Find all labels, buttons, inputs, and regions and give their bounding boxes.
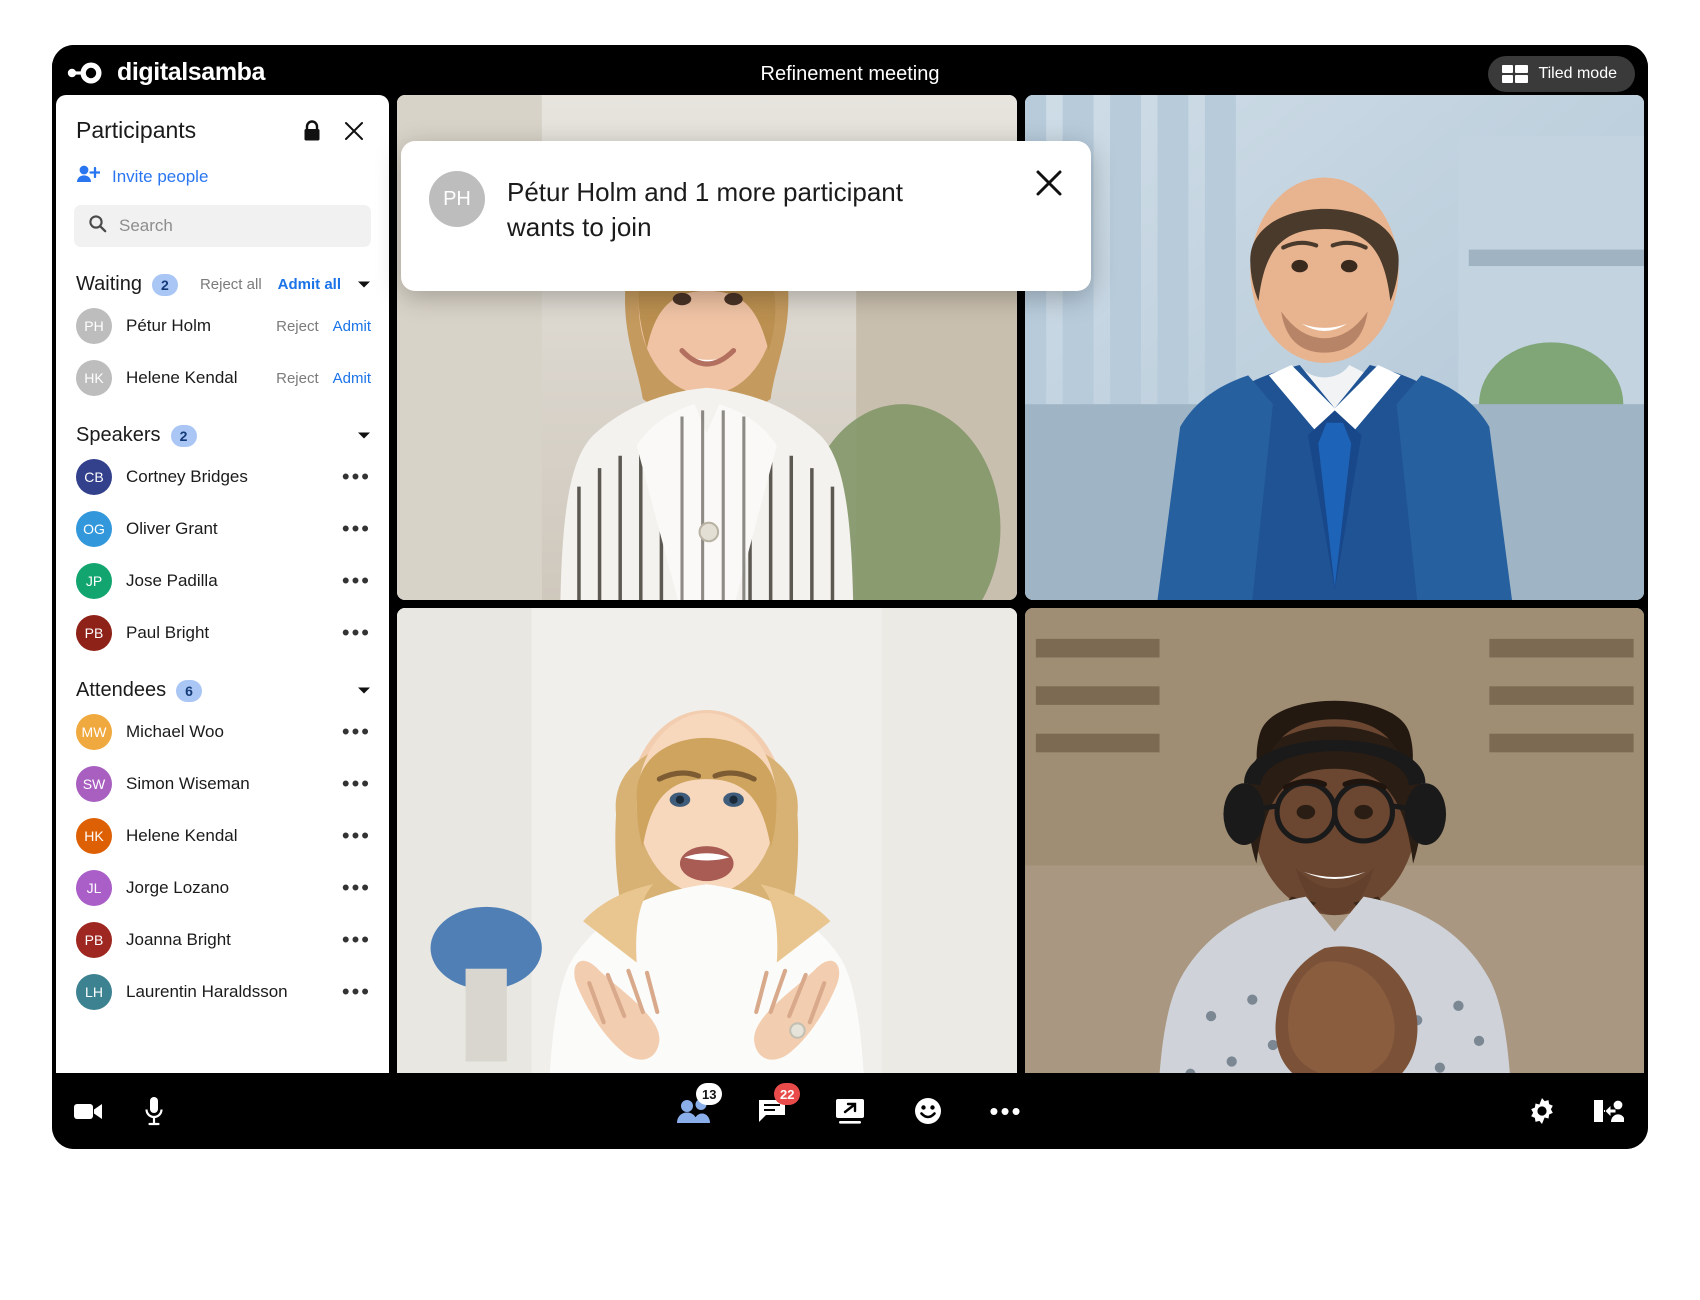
video-tile[interactable] [397, 608, 1017, 1113]
close-icon[interactable] [1031, 165, 1067, 201]
participant-name: Michael Woo [126, 722, 224, 741]
avatar: HK [76, 818, 112, 854]
video-tile[interactable] [1024, 608, 1644, 1113]
participant-name: Simon Wiseman [126, 774, 250, 793]
section-count-waiting: 2 [151, 273, 178, 296]
section-title-waiting: Waiting [76, 273, 142, 295]
invite-people-label: Invite people [112, 166, 209, 186]
participant-name: Paul Bright [126, 623, 210, 642]
avatar: JL [76, 870, 112, 906]
avatar: JP [76, 563, 112, 599]
participant-name: Laurentin Haraldsson [126, 982, 288, 1001]
table-row[interactable]: PB Paul Bright ••• [56, 607, 389, 659]
section-header-waiting: Waiting 2 Reject all Admit all [56, 253, 389, 300]
section-header-speakers: Speakers 2 [56, 404, 389, 451]
reject-button[interactable]: Reject [276, 370, 319, 387]
avatar: PH [76, 308, 112, 344]
emoji-icon[interactable] [902, 1085, 954, 1137]
admit-button[interactable]: Admit [333, 370, 371, 387]
join-request-message: Pétur Holm and 1 more participant wants … [507, 177, 903, 242]
participant-name: Cortney Bridges [126, 467, 248, 486]
table-row[interactable]: HK Helene Kendal ••• [56, 810, 389, 862]
admit-button[interactable]: Admit [333, 318, 371, 335]
participant-name: Oliver Grant [126, 519, 218, 538]
chevron-down-icon[interactable] [357, 276, 371, 294]
avatar: MW [76, 714, 112, 750]
chevron-down-icon[interactable] [357, 427, 371, 445]
panel-header: Participants [56, 95, 389, 156]
table-row[interactable]: HK Helene Kendal Reject Admit [56, 352, 389, 404]
more-options-icon[interactable]: ••• [332, 981, 371, 1003]
more-options-icon[interactable]: ••• [332, 518, 371, 540]
reject-all-button[interactable]: Reject all [200, 276, 262, 293]
table-row[interactable]: JL Jorge Lozano ••• [56, 862, 389, 914]
section-count-speakers: 2 [170, 424, 197, 447]
participant-name: Jorge Lozano [126, 878, 230, 897]
participants-badge: 13 [696, 1083, 723, 1105]
grid-tiles-icon [1501, 64, 1529, 84]
microphone-icon[interactable] [128, 1085, 180, 1137]
participant-name: Helene Kendal [126, 826, 238, 845]
table-row[interactable]: JP Jose Padilla ••• [56, 555, 389, 607]
table-row[interactable]: SW Simon Wiseman ••• [56, 758, 389, 810]
join-request-dialog: PH Pétur Holm and 1 more participant wan… [401, 141, 1091, 291]
chat-icon[interactable]: 22 [746, 1083, 801, 1137]
search-icon [88, 214, 107, 238]
invite-people-button[interactable]: Invite people [56, 156, 389, 203]
section-count-attendees: 6 [176, 679, 203, 702]
leave-meeting-icon[interactable] [1582, 1085, 1634, 1137]
table-row[interactable]: OG Oliver Grant ••• [56, 503, 389, 555]
participant-name: Jose Padilla [126, 571, 218, 590]
reject-button[interactable]: Reject [276, 318, 319, 335]
section-title-attendees: Attendees [76, 679, 167, 701]
participants-icon[interactable]: 13 [668, 1083, 723, 1137]
lock-icon[interactable] [299, 118, 325, 144]
avatar: LH [76, 974, 112, 1010]
more-options-icon[interactable]: ••• [980, 1085, 1032, 1137]
gear-icon[interactable] [1516, 1085, 1568, 1137]
bottom-toolbar: 13 22 ••• [52, 1073, 1648, 1149]
more-options-icon[interactable]: ••• [332, 466, 371, 488]
avatar: CB [76, 459, 112, 495]
participant-name: Helene Kendal [126, 368, 238, 387]
section-header-attendees: Attendees 6 [56, 659, 389, 706]
screen-share-icon[interactable] [824, 1085, 876, 1137]
table-row[interactable]: PH Pétur Holm Reject Admit [56, 300, 389, 352]
avatar: PB [76, 922, 112, 958]
more-options-icon[interactable]: ••• [332, 929, 371, 951]
person-add-icon [76, 164, 101, 189]
participant-name: Pétur Holm [126, 316, 212, 335]
avatar: HK [76, 360, 112, 396]
table-row[interactable]: PB Joanna Bright ••• [56, 914, 389, 966]
table-row[interactable]: LH Laurentin Haraldsson ••• [56, 966, 389, 1018]
admit-all-button[interactable]: Admit all [278, 276, 341, 293]
more-options-icon[interactable]: ••• [332, 825, 371, 847]
table-row[interactable]: MW Michael Woo ••• [56, 706, 389, 758]
tiled-mode-button[interactable]: Tiled mode [1487, 56, 1635, 92]
meeting-app-window: digitalsamba Refinement meeting Tiled mo… [52, 45, 1648, 1149]
avatar: OG [76, 511, 112, 547]
avatar: PB [76, 615, 112, 651]
more-options-icon[interactable]: ••• [332, 570, 371, 592]
camera-icon[interactable] [62, 1085, 114, 1137]
search-input[interactable] [119, 216, 357, 236]
chevron-down-icon[interactable] [357, 682, 371, 700]
tiled-mode-label: Tiled mode [1538, 65, 1617, 82]
more-options-icon[interactable]: ••• [332, 622, 371, 644]
participants-panel: Participants Invite people Search Waitin… [56, 95, 389, 1113]
chat-badge: 22 [774, 1083, 801, 1105]
section-title-speakers: Speakers [76, 424, 161, 446]
more-options-icon[interactable]: ••• [332, 877, 371, 899]
participants-list[interactable]: Waiting 2 Reject all Admit all PH Pétur … [56, 247, 389, 1113]
search-box[interactable] [74, 205, 371, 247]
participant-name: Joanna Bright [126, 930, 231, 949]
panel-title: Participants [76, 117, 197, 143]
more-options-icon[interactable]: ••• [332, 721, 371, 743]
avatar: SW [76, 766, 112, 802]
table-row[interactable]: CB Cortney Bridges ••• [56, 451, 389, 503]
close-icon[interactable] [341, 118, 367, 144]
avatar: PH [429, 171, 485, 227]
more-options-icon[interactable]: ••• [332, 773, 371, 795]
video-tile[interactable] [1024, 95, 1644, 600]
